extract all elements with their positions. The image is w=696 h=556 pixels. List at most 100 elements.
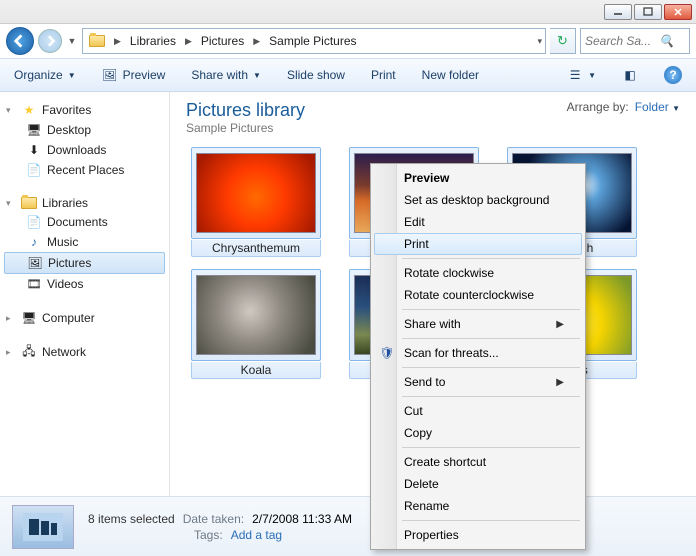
organize-button[interactable]: Organize▼ bbox=[10, 64, 80, 86]
address-bar[interactable]: ▶ Libraries ▶ Pictures ▶ Sample Pictures… bbox=[82, 28, 546, 54]
documents-icon: 📄 bbox=[26, 214, 42, 230]
preview-pane-toggle[interactable]: ◧ bbox=[618, 63, 642, 87]
expand-icon: ▸ bbox=[6, 313, 16, 324]
breadcrumb-seg-2[interactable]: Sample Pictures bbox=[263, 29, 362, 53]
preview-icon: 🖼 bbox=[102, 67, 118, 83]
add-tag-link[interactable]: Add a tag bbox=[231, 528, 282, 542]
back-button[interactable] bbox=[6, 27, 34, 55]
navigation-pane: ▾★Favorites 🖥Desktop ⬇Downloads 📄Recent … bbox=[0, 92, 170, 496]
menu-scan-threats[interactable]: 🛡Scan for threats... bbox=[374, 342, 582, 364]
pane-icon: ◧ bbox=[622, 67, 638, 83]
chevron-right-icon[interactable]: ▶ bbox=[182, 36, 195, 47]
refresh-button[interactable]: ↻ bbox=[550, 28, 576, 54]
music-icon: ♪ bbox=[26, 234, 42, 250]
command-bar: Organize▼ 🖼Preview Share with▼ Slide sho… bbox=[0, 58, 696, 92]
details-summary: 8 items selected bbox=[88, 512, 175, 526]
details-thumbnail bbox=[12, 505, 74, 549]
chevron-right-icon[interactable]: ▶ bbox=[250, 36, 263, 47]
menu-separator bbox=[402, 396, 580, 397]
pictures-icon: 🖼 bbox=[27, 255, 43, 271]
maximize-button[interactable] bbox=[634, 4, 662, 20]
title-bar bbox=[0, 0, 696, 24]
chevron-down-icon: ▼ bbox=[588, 71, 596, 80]
menu-share-with[interactable]: Share with▶ bbox=[374, 313, 582, 335]
tags-label: Tags: bbox=[194, 528, 223, 542]
videos-icon: 🎞 bbox=[26, 276, 42, 292]
nav-pictures[interactable]: 🖼Pictures bbox=[4, 252, 165, 274]
nav-desktop[interactable]: 🖥Desktop bbox=[4, 120, 165, 140]
arrange-by-label: Arrange by: bbox=[567, 100, 629, 114]
libraries-header[interactable]: ▾Libraries bbox=[4, 194, 165, 212]
downloads-icon: ⬇ bbox=[26, 142, 42, 158]
search-input[interactable] bbox=[585, 34, 655, 48]
menu-separator bbox=[402, 520, 580, 521]
preview-button[interactable]: 🖼Preview bbox=[98, 63, 170, 87]
file-name: Chrysanthemum bbox=[191, 240, 321, 257]
library-subtitle: Sample Pictures bbox=[186, 121, 305, 135]
forward-button[interactable] bbox=[38, 29, 62, 53]
thumbnail-image bbox=[196, 275, 316, 355]
search-box[interactable]: 🔍 bbox=[580, 28, 690, 54]
address-root-icon[interactable] bbox=[83, 29, 111, 53]
nav-downloads[interactable]: ⬇Downloads bbox=[4, 140, 165, 160]
recent-icon: 📄 bbox=[26, 162, 42, 178]
history-dropdown[interactable]: ▼ bbox=[66, 32, 78, 50]
file-name: Koala bbox=[191, 362, 321, 379]
breadcrumb-seg-0[interactable]: Libraries bbox=[124, 29, 182, 53]
help-icon: ? bbox=[664, 66, 682, 84]
menu-rotate-cw[interactable]: Rotate clockwise bbox=[374, 262, 582, 284]
file-item[interactable]: Koala bbox=[186, 269, 326, 379]
file-item[interactable]: Chrysanthemum bbox=[186, 147, 326, 257]
view-icon: ☰ bbox=[567, 67, 583, 83]
libraries-icon bbox=[21, 197, 37, 209]
address-dropdown[interactable]: ▾ bbox=[534, 36, 545, 47]
date-taken-label: Date taken: bbox=[183, 512, 244, 526]
menu-rename[interactable]: Rename bbox=[374, 495, 582, 517]
nav-music[interactable]: ♪Music bbox=[4, 232, 165, 252]
arrange-by: Arrange by: Folder ▼ bbox=[567, 100, 680, 114]
desktop-icon: 🖥 bbox=[26, 122, 42, 138]
chevron-down-icon: ▼ bbox=[672, 104, 680, 113]
breadcrumb-seg-1[interactable]: Pictures bbox=[195, 29, 250, 53]
menu-properties[interactable]: Properties bbox=[374, 524, 582, 546]
menu-create-shortcut[interactable]: Create shortcut bbox=[374, 451, 582, 473]
context-menu: Preview Set as desktop background Edit P… bbox=[370, 163, 586, 550]
minimize-button[interactable] bbox=[604, 4, 632, 20]
collapse-icon: ▾ bbox=[6, 105, 16, 116]
menu-delete[interactable]: Delete bbox=[374, 473, 582, 495]
menu-edit[interactable]: Edit bbox=[374, 211, 582, 233]
menu-copy[interactable]: Copy bbox=[374, 422, 582, 444]
menu-set-background[interactable]: Set as desktop background bbox=[374, 189, 582, 211]
search-icon: 🔍 bbox=[659, 34, 674, 48]
menu-preview[interactable]: Preview bbox=[374, 167, 582, 189]
thumbnail-image bbox=[196, 153, 316, 233]
share-with-button[interactable]: Share with▼ bbox=[187, 64, 265, 86]
menu-rotate-ccw[interactable]: Rotate counterclockwise bbox=[374, 284, 582, 306]
library-title: Pictures library bbox=[186, 100, 305, 121]
menu-separator bbox=[402, 367, 580, 368]
chevron-down-icon: ▼ bbox=[253, 71, 261, 80]
network-header[interactable]: ▸🖧Network bbox=[4, 342, 165, 362]
menu-separator bbox=[402, 338, 580, 339]
nav-recent-places[interactable]: 📄Recent Places bbox=[4, 160, 165, 180]
menu-send-to[interactable]: Send to▶ bbox=[374, 371, 582, 393]
details-pane: 8 items selected Date taken: 2/7/2008 11… bbox=[0, 496, 696, 556]
favorites-header[interactable]: ▾★Favorites bbox=[4, 100, 165, 120]
nav-documents[interactable]: 📄Documents bbox=[4, 212, 165, 232]
arrange-by-value[interactable]: Folder ▼ bbox=[635, 100, 680, 114]
help-button[interactable]: ? bbox=[660, 62, 686, 88]
computer-header[interactable]: ▸🖥Computer bbox=[4, 308, 165, 328]
view-options-button[interactable]: ☰▼ bbox=[563, 63, 600, 87]
new-folder-button[interactable]: New folder bbox=[418, 64, 483, 86]
date-taken-value: 2/7/2008 11:33 AM bbox=[252, 512, 352, 526]
chevron-right-icon[interactable]: ▶ bbox=[111, 36, 124, 47]
slideshow-button[interactable]: Slide show bbox=[283, 64, 349, 86]
nav-videos[interactable]: 🎞Videos bbox=[4, 274, 165, 294]
menu-separator bbox=[402, 309, 580, 310]
print-button[interactable]: Print bbox=[367, 64, 400, 86]
close-button[interactable] bbox=[664, 4, 692, 20]
network-icon: 🖧 bbox=[21, 344, 37, 360]
menu-print[interactable]: Print bbox=[374, 233, 582, 255]
menu-separator bbox=[402, 258, 580, 259]
menu-cut[interactable]: Cut bbox=[374, 400, 582, 422]
